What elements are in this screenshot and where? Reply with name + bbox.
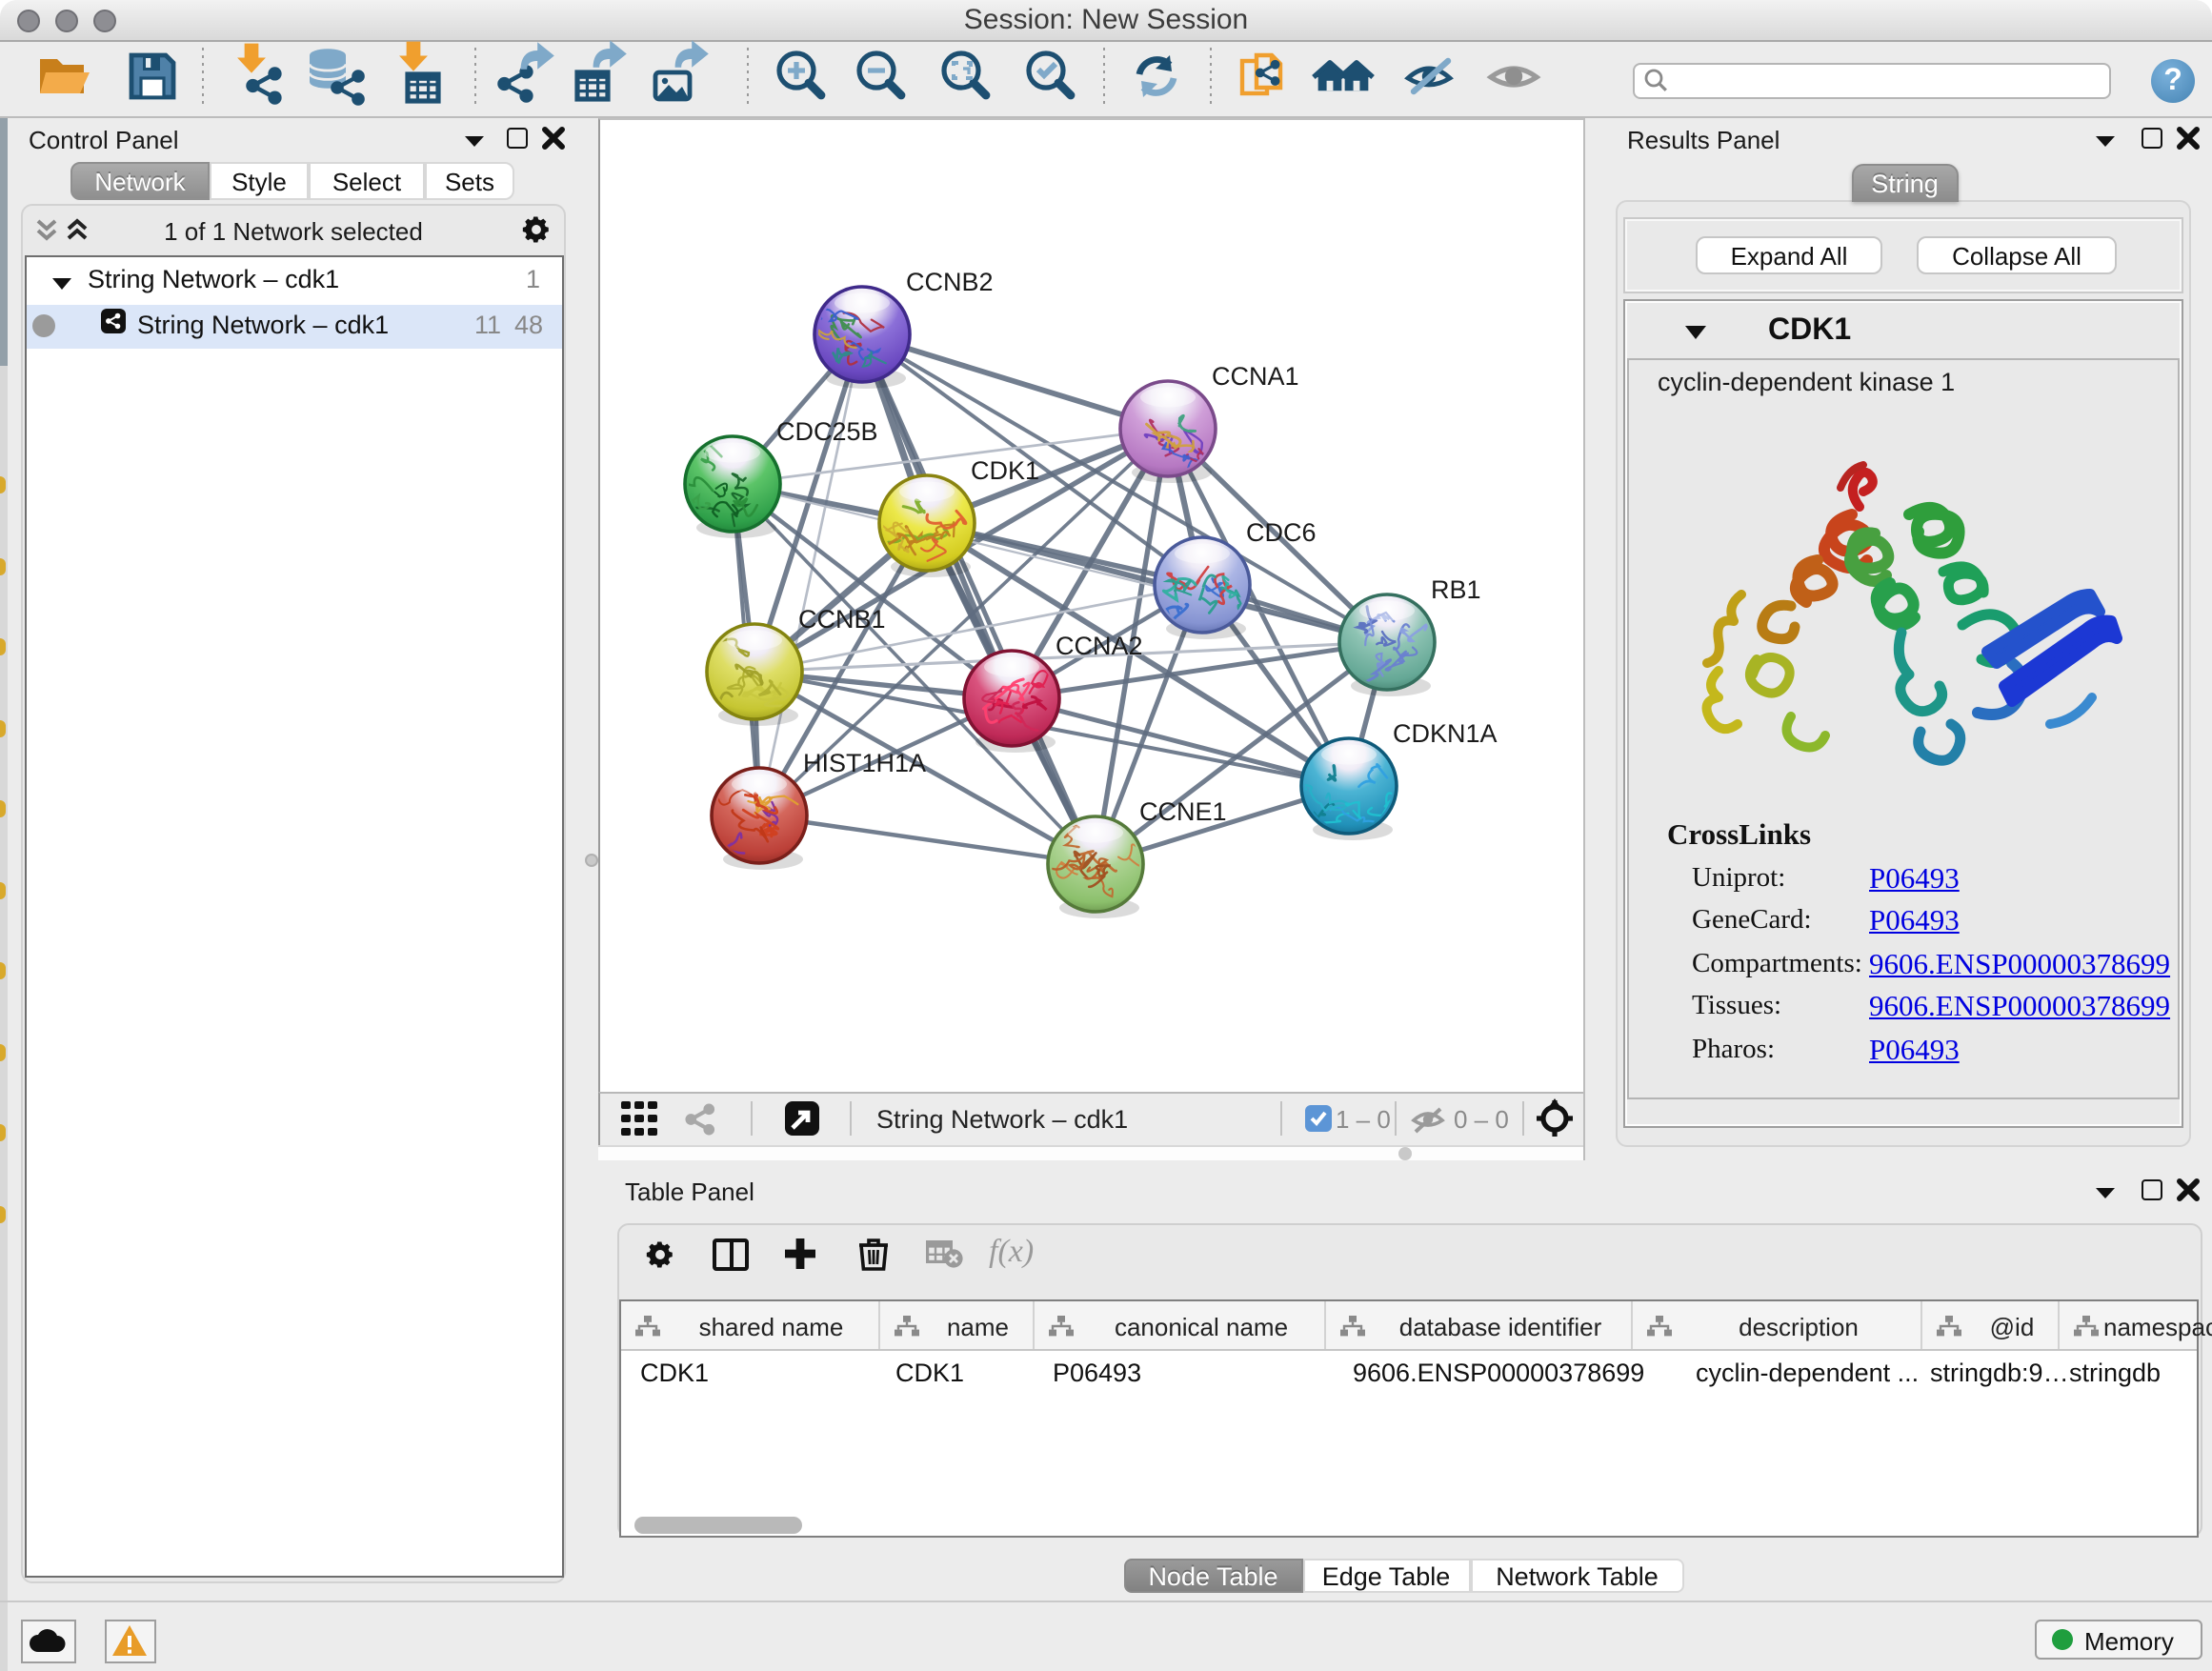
- svg-text:CCNB2: CCNB2: [905, 268, 993, 296]
- svg-text:CDC6: CDC6: [1245, 518, 1316, 547]
- svg-text:CCNA1: CCNA1: [1211, 362, 1298, 391]
- svg-text:CCNA2: CCNA2: [1055, 632, 1142, 660]
- svg-text:CCNE1: CCNE1: [1138, 797, 1226, 826]
- svg-text:HIST1H1A: HIST1H1A: [802, 749, 925, 777]
- svg-text:RB1: RB1: [1430, 575, 1480, 604]
- svg-text:CDKN1A: CDKN1A: [1392, 719, 1497, 748]
- svg-text:CCNB1: CCNB1: [797, 605, 885, 634]
- svg-text:CDK1: CDK1: [970, 456, 1038, 485]
- svg-text:CDC25B: CDC25B: [775, 417, 877, 446]
